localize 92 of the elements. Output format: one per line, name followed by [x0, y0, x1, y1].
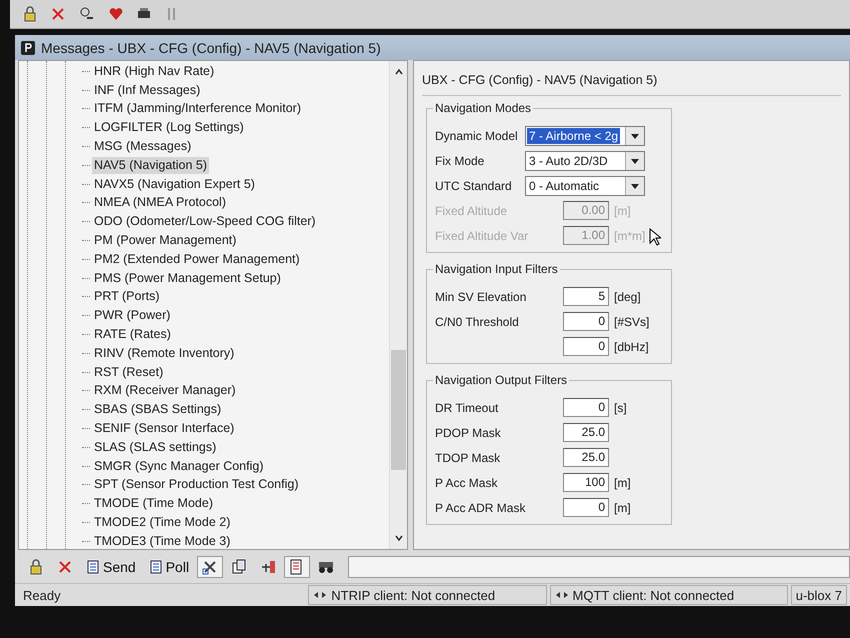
group-title: Navigation Output Filters — [433, 373, 570, 387]
input-field[interactable]: 0 — [563, 398, 609, 417]
unit-label: [m] — [614, 476, 631, 490]
lock-icon[interactable] — [22, 6, 38, 22]
status-pane: MQTT client: Not connected — [550, 585, 788, 605]
tree-item[interactable]: TMODE3 (Time Mode 3) — [92, 532, 232, 549]
field-label: P Acc ADR Mask — [435, 500, 526, 514]
window-title: Messages - UBX - CFG (Config) - NAV5 (Navigation 5) — [41, 40, 381, 56]
tree-item[interactable]: SLAS (SLAS settings) — [92, 438, 218, 456]
dropdown[interactable]: 0 - Automatic — [525, 176, 645, 196]
scroll-thumb[interactable] — [391, 350, 406, 470]
field-label: Min SV Elevation — [435, 290, 528, 304]
tree-item[interactable]: PM (Power Management) — [92, 232, 238, 250]
unit-label: [m*m] — [614, 228, 646, 242]
group-title: Navigation Modes — [433, 101, 534, 115]
field-label: TDOP Mask — [435, 450, 502, 464]
unit-label: [dbHz] — [614, 340, 649, 354]
tree-item[interactable]: TMODE2 (Time Mode 2) — [92, 514, 232, 532]
unit-label: [m] — [614, 500, 631, 514]
command-field[interactable] — [348, 556, 850, 578]
status-text: Ready — [23, 588, 62, 602]
device-status: u-blox 7 — [790, 585, 847, 605]
caret-icon[interactable] — [625, 176, 644, 194]
tree-item[interactable]: MSG (Messages) — [92, 138, 194, 156]
field-label: Fix Mode — [435, 154, 486, 168]
input-field[interactable]: 100 — [563, 473, 609, 492]
connection-icon — [313, 590, 328, 600]
tree-item[interactable]: RST (Reset) — [92, 364, 166, 381]
tree-item[interactable]: NMEA (NMEA Protocol) — [92, 194, 228, 212]
status-pane: NTRIP client: Not connected — [308, 585, 547, 605]
heart-icon[interactable] — [108, 6, 124, 22]
field-label: Dynamic Model — [435, 128, 519, 142]
field-label: C/N0 Threshold — [435, 314, 520, 328]
caret-icon[interactable] — [625, 152, 644, 170]
tree-item[interactable]: RXM (Receiver Manager) — [92, 382, 238, 400]
close-icon[interactable] — [50, 6, 66, 22]
unit-label: [#SVs] — [614, 314, 650, 328]
input-field[interactable]: 25.0 — [563, 423, 609, 442]
tree-item[interactable]: SENIF (Sensor Interface) — [92, 420, 236, 438]
dropdown[interactable]: 7 - Airborne < 2g — [525, 126, 645, 146]
tree-item[interactable]: ITFM (Jamming/Interference Monitor) — [92, 100, 303, 118]
document-icon[interactable] — [86, 560, 100, 574]
tree-item[interactable]: NAV5 (Navigation 5) — [92, 156, 210, 174]
unit-label: [m] — [614, 204, 631, 218]
connection-icon — [554, 590, 569, 600]
caret-icon[interactable] — [625, 126, 644, 144]
tree-item[interactable]: PM2 (Extended Power Management) — [92, 250, 302, 268]
tree-item[interactable]: PMS (Power Management Setup) — [92, 270, 283, 287]
scrollbar[interactable] — [389, 61, 407, 549]
scroll-down-icon[interactable] — [394, 533, 404, 543]
input-field[interactable]: 0 — [563, 312, 609, 331]
mouse-pointer-icon — [649, 228, 661, 246]
copy-icon[interactable] — [231, 559, 248, 575]
tree-item[interactable]: SPT (Sensor Production Test Config) — [92, 476, 300, 494]
tree-item[interactable]: TMODE (Time Mode) — [92, 495, 215, 512]
tools-button[interactable] — [197, 556, 224, 578]
unit-label: [s] — [614, 400, 627, 414]
list-button[interactable] — [284, 556, 310, 578]
poll-button[interactable]: Poll — [144, 556, 194, 578]
scroll-up-icon[interactable] — [394, 67, 404, 77]
tree-item[interactable]: HNR (High Nav Rate) — [92, 62, 216, 80]
field-label: Fixed Altitude Var — [435, 228, 530, 242]
field-label: UTC Standard — [435, 178, 513, 192]
field-label: Fixed Altitude — [435, 204, 508, 218]
tree-item[interactable]: PRT (Ports) — [92, 288, 162, 306]
tree-item[interactable]: LOGFILTER (Log Settings) — [92, 119, 246, 136]
tree-item[interactable]: INF (Inf Messages) — [92, 82, 202, 99]
cross-icon[interactable] — [57, 559, 73, 575]
tree-item[interactable]: SMGR (Sync Manager Config) — [92, 458, 266, 475]
group-title: Navigation Input Filters — [433, 262, 560, 276]
tools-icon[interactable] — [202, 559, 218, 575]
panel-title: UBX - CFG (Config) - NAV5 (Navigation 5) — [422, 73, 841, 96]
import-icon[interactable] — [260, 559, 276, 575]
send-button[interactable]: Send — [81, 556, 141, 578]
input-field[interactable]: 0 — [563, 498, 609, 517]
input-field[interactable]: 25.0 — [563, 448, 609, 467]
document-icon[interactable] — [148, 560, 163, 574]
tree-item[interactable]: RATE (Rates) — [92, 326, 173, 344]
tree-item[interactable]: SBAS (SBAS Settings) — [92, 401, 224, 418]
field-label: PDOP Mask — [435, 426, 502, 440]
tree-item[interactable]: PWR (Power) — [92, 307, 172, 324]
input-field[interactable]: 5 — [563, 287, 609, 306]
field-label: DR Timeout — [435, 400, 500, 414]
tree-item[interactable]: ODO (Odometer/Low-Speed COG filter) — [92, 213, 318, 230]
tree-item[interactable]: RINV (Remote Inventory) — [92, 344, 236, 362]
unit-label: [deg] — [614, 290, 641, 304]
lock-icon[interactable] — [28, 559, 44, 575]
field-label: P Acc Mask — [435, 476, 498, 490]
app-icon — [21, 40, 35, 54]
tree-item[interactable]: NAVX5 (Navigation Expert 5) — [92, 176, 257, 193]
dropdown[interactable]: 3 - Auto 2D/3D — [525, 150, 645, 170]
input-field[interactable]: 0 — [563, 337, 609, 356]
